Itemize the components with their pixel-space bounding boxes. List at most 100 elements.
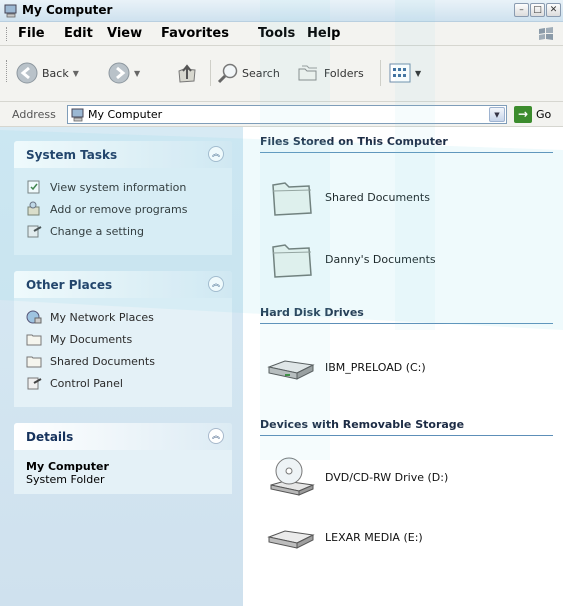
back-label: Back xyxy=(42,66,69,80)
views-icon xyxy=(389,63,411,83)
control-panel-icon xyxy=(27,377,42,390)
maximize-button[interactable]: □ xyxy=(530,3,545,17)
my-computer-icon xyxy=(71,108,84,122)
task-label: Change a setting xyxy=(50,224,144,238)
section-header-files: Files Stored on This Computer xyxy=(260,133,553,153)
toolbar-grip xyxy=(6,60,9,82)
place-label: My Documents xyxy=(50,332,133,346)
menu-file[interactable]: File xyxy=(18,26,45,41)
forward-arrow-icon xyxy=(108,62,130,84)
menu-tools[interactable]: Tools xyxy=(258,26,295,41)
address-label: Address xyxy=(12,108,56,121)
other-places-box: Other Places ︽ My Network Places My Docu… xyxy=(14,271,232,407)
close-button[interactable]: ✕ xyxy=(546,3,561,17)
views-button[interactable]: ▼ xyxy=(389,63,421,83)
task-pane: System Tasks ︽ View system information A… xyxy=(0,127,243,606)
section-title: Hard Disk Drives xyxy=(260,306,364,319)
network-places-icon xyxy=(26,310,42,324)
window-title: My Computer xyxy=(22,3,113,17)
item-dvd-drive[interactable]: DVD/CD-RW Drive (D:) xyxy=(269,455,448,499)
menu-grip xyxy=(6,27,9,41)
other-places-header[interactable]: Other Places ︽ xyxy=(14,271,232,298)
collapse-chevron-icon[interactable]: ︽ xyxy=(208,146,224,162)
item-label: DVD/CD-RW Drive (D:) xyxy=(325,470,449,484)
hard-disk-icon xyxy=(267,360,315,380)
place-label: My Network Places xyxy=(50,310,154,324)
folders-button[interactable]: Folders xyxy=(297,62,364,84)
task-change-a-setting[interactable]: Change a setting xyxy=(26,220,222,242)
item-label: Shared Documents xyxy=(325,190,430,204)
system-tasks-box: System Tasks ︽ View system information A… xyxy=(14,141,232,255)
system-tasks-header[interactable]: System Tasks ︽ xyxy=(14,141,232,168)
task-label: Add or remove programs xyxy=(50,202,188,216)
details-header[interactable]: Details ︽ xyxy=(14,423,232,450)
item-label: IBM_PRELOAD (C:) xyxy=(325,360,426,374)
folder-icon xyxy=(272,244,312,278)
my-computer-icon xyxy=(4,4,17,18)
windows-logo-icon xyxy=(539,27,553,40)
system-info-icon xyxy=(27,180,40,194)
details-item-type: System Folder xyxy=(26,473,105,486)
address-value: My Computer xyxy=(88,108,163,121)
go-arrow-icon: → xyxy=(514,106,532,123)
address-input[interactable]: My Computer ▼ xyxy=(67,105,507,124)
control-panel-icon xyxy=(27,225,42,238)
collapse-chevron-icon[interactable]: ︽ xyxy=(208,428,224,444)
removable-disk-icon xyxy=(267,530,315,549)
up-folder-icon xyxy=(178,64,196,83)
place-my-documents[interactable]: My Documents xyxy=(26,328,222,350)
dvd-drive-icon xyxy=(270,457,315,496)
system-tasks-title: System Tasks xyxy=(26,148,118,162)
toolbar: Back ▼ ▼ Search Folders ▼ xyxy=(0,46,563,101)
place-shared-documents[interactable]: Shared Documents xyxy=(26,350,222,372)
search-button[interactable]: Search xyxy=(216,62,280,84)
address-bar: Address My Computer ▼ → Go xyxy=(0,101,563,127)
task-view-system-information[interactable]: View system information xyxy=(26,176,222,198)
details-box: Details ︽ My Computer System Folder xyxy=(14,423,232,494)
section-title: Devices with Removable Storage xyxy=(260,418,465,431)
up-folder-button[interactable] xyxy=(176,61,198,85)
item-lexar-media-drive[interactable]: LEXAR MEDIA (E:) xyxy=(265,515,423,559)
item-label: Danny's Documents xyxy=(325,252,436,266)
details-title: Details xyxy=(26,430,74,444)
menu-view[interactable]: View xyxy=(107,26,142,41)
folder-icon xyxy=(26,334,42,346)
back-button[interactable]: Back ▼ xyxy=(16,62,79,84)
go-button[interactable]: → Go xyxy=(514,106,551,123)
place-my-network-places[interactable]: My Network Places xyxy=(26,306,222,328)
section-header-removable: Devices with Removable Storage xyxy=(260,416,553,436)
place-control-panel[interactable]: Control Panel xyxy=(26,372,222,394)
menu-bar: File Edit View Favorites Tools Help xyxy=(0,22,563,46)
chevron-down-icon[interactable]: ▼ xyxy=(73,69,79,78)
chevron-down-icon[interactable]: ▼ xyxy=(134,69,140,78)
details-item-name: My Computer xyxy=(26,460,109,473)
section-header-hard-disks: Hard Disk Drives xyxy=(260,304,553,324)
item-label: LEXAR MEDIA (E:) xyxy=(325,530,423,544)
menu-favorites[interactable]: Favorites xyxy=(161,26,229,41)
forward-button[interactable]: ▼ xyxy=(108,62,140,84)
menu-edit[interactable]: Edit xyxy=(64,26,93,41)
search-label: Search xyxy=(242,66,280,80)
toolbar-separator xyxy=(380,60,381,86)
item-ibm-preload-drive[interactable]: IBM_PRELOAD (C:) xyxy=(265,345,426,389)
other-places-title: Other Places xyxy=(26,278,113,292)
menu-help[interactable]: Help xyxy=(307,26,340,41)
content-pane: Files Stored on This Computer Shared Doc… xyxy=(243,127,563,606)
task-label: View system information xyxy=(50,180,187,194)
section-title: Files Stored on This Computer xyxy=(260,135,448,148)
back-arrow-icon xyxy=(16,62,38,84)
task-add-remove-programs[interactable]: Add or remove programs xyxy=(26,198,222,220)
place-label: Shared Documents xyxy=(50,354,155,368)
item-dannys-documents[interactable]: Danny's Documents xyxy=(269,237,436,281)
folder-icon xyxy=(272,182,312,216)
add-remove-programs-icon xyxy=(27,201,40,216)
chevron-down-icon[interactable]: ▼ xyxy=(415,69,421,78)
window-controls: – □ ✕ xyxy=(514,3,561,17)
item-shared-documents[interactable]: Shared Documents xyxy=(269,175,430,219)
collapse-chevron-icon[interactable]: ︽ xyxy=(208,276,224,292)
place-label: Control Panel xyxy=(50,376,123,390)
search-icon xyxy=(217,63,238,84)
toolbar-separator xyxy=(210,60,211,86)
minimize-button[interactable]: – xyxy=(514,3,529,17)
address-dropdown-button[interactable]: ▼ xyxy=(489,107,505,122)
